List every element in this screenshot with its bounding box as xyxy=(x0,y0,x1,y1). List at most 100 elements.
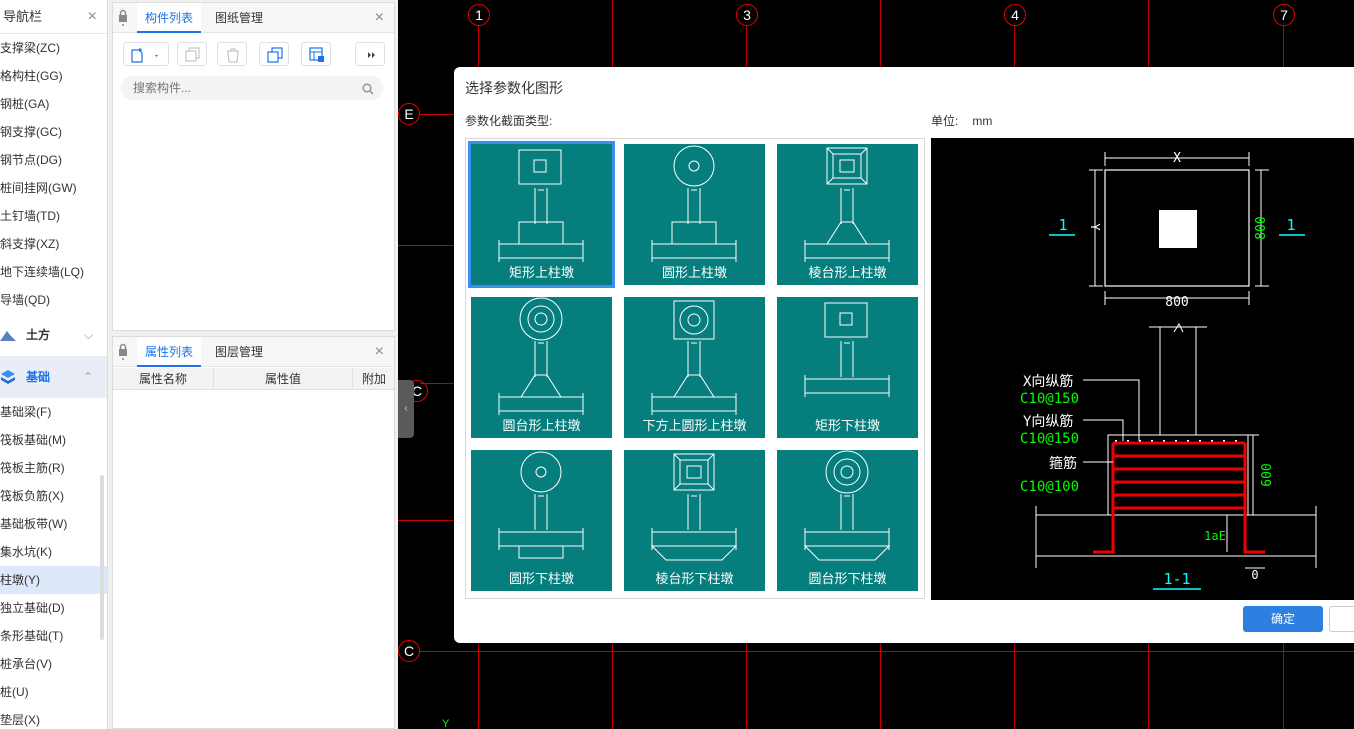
unit-value: mm xyxy=(972,114,993,128)
nav-foundation-item[interactable]: 柱墩(Y) xyxy=(0,566,107,594)
nav-support-item[interactable]: 斜支撑(XZ) xyxy=(0,230,107,258)
nav-support-item[interactable]: 格构柱(GG) xyxy=(0,62,107,90)
nav-foundation-item[interactable]: 筏板负筋(X) xyxy=(0,482,107,510)
ok-button[interactable]: 确定 xyxy=(1243,606,1323,632)
shape-grid: 矩形上柱墩 圆形上柱墩 棱台形上柱墩圆台形上柱墩 下方上圆形上柱墩 矩形下柱墩圆形下柱墩… xyxy=(465,138,925,599)
shape-option[interactable]: 圆台形上柱墩 xyxy=(471,297,612,438)
nav-support-item[interactable]: 土钉墙(TD) xyxy=(0,202,107,230)
stirrup-label: 箍筋 xyxy=(1049,455,1077,472)
tab-property-list[interactable]: 属性列表 xyxy=(137,337,202,367)
delete-component-button[interactable] xyxy=(217,42,247,66)
shape-line xyxy=(533,159,547,173)
column-property-value: 属性值 xyxy=(214,368,353,390)
component-search-input[interactable] xyxy=(121,76,383,100)
property-panel-tabs: 属性列表 图层管理 × xyxy=(113,337,394,367)
nav-close-icon[interactable]: × xyxy=(88,0,97,34)
layers-copy-icon xyxy=(267,47,283,63)
cancel-button[interactable] xyxy=(1329,606,1354,632)
shape-line xyxy=(650,545,738,561)
shape-option-label: 矩形下柱墩 xyxy=(814,418,880,433)
lock-icon[interactable] xyxy=(118,343,128,361)
nav-foundation-item[interactable]: 基础板带(W) xyxy=(0,510,107,538)
lock-icon[interactable] xyxy=(118,9,128,27)
shape-line xyxy=(824,302,868,338)
shape-option-label: 圆台形下柱墩 xyxy=(808,571,887,586)
leader-y-rebar xyxy=(1083,419,1124,441)
parametric-button[interactable] xyxy=(301,42,331,66)
copy-component-button[interactable] xyxy=(177,42,207,66)
nav-foundation-item[interactable]: 集水坑(K) xyxy=(0,538,107,566)
shape-option[interactable]: 矩形下柱墩 xyxy=(777,297,918,438)
shape-line xyxy=(673,453,681,461)
nav-support-item[interactable]: 支撑梁(ZC) xyxy=(0,34,107,62)
nav-support-item[interactable]: 钢节点(DG) xyxy=(0,146,107,174)
unit-label: 单位: xyxy=(931,114,959,128)
shape-option-label: 棱台形上柱墩 xyxy=(808,265,887,280)
shape-option[interactable]: 圆形下柱墩 xyxy=(471,450,612,591)
shape-line xyxy=(833,458,861,486)
earthwork-icon xyxy=(0,331,16,341)
shape-line xyxy=(707,483,715,491)
nav-foundation-item[interactable]: 桩承台(V) xyxy=(0,650,107,678)
tab-layer-management[interactable]: 图层管理 xyxy=(207,337,271,367)
shape-line xyxy=(803,545,891,561)
foundation-icon xyxy=(1,370,15,384)
component-panel-tabs: 构件列表 图纸管理 × xyxy=(113,3,394,33)
shape-line xyxy=(826,147,834,155)
component-list-panel: 构件列表 图纸管理 × xyxy=(112,2,395,331)
nav-foundation-item[interactable]: 桩(U) xyxy=(0,678,107,706)
copy-to-floor-button[interactable] xyxy=(259,42,289,66)
rebar-hook-left xyxy=(1093,443,1115,554)
panel-collapse-handle[interactable]: ‹ xyxy=(398,380,414,438)
shape-line xyxy=(679,459,709,485)
shape-option[interactable]: 矩形上柱墩 xyxy=(468,141,615,288)
dim-zero: 0 xyxy=(1251,568,1258,582)
stirrups xyxy=(1093,441,1265,554)
nav-foundation-item[interactable]: 垫层(X) xyxy=(0,706,107,729)
y-rebar-value: C10@150 xyxy=(1020,431,1079,447)
nav-group-earthwork[interactable]: 土方 ⌵ xyxy=(0,314,107,356)
nav-foundation-item[interactable]: 筏板基础(M) xyxy=(0,426,107,454)
axis-label-7: 7 xyxy=(1273,4,1295,26)
parametric-shape-dialog: 选择参数化图形 参数化截面类型: 单位: mm 矩形上柱墩 圆形上柱墩 棱台形上柱墩圆… xyxy=(454,67,1354,643)
shape-line xyxy=(535,466,547,478)
component-panel-close-icon[interactable]: × xyxy=(375,3,384,33)
section-type-label: 参数化截面类型: xyxy=(465,114,553,128)
nav-group-foundation[interactable]: 基础 ⌃ xyxy=(0,356,107,398)
tab-drawing-management[interactable]: 图纸管理 xyxy=(207,3,271,33)
dim-y-label: Y xyxy=(1088,223,1102,231)
shape-option[interactable]: 圆形上柱墩 xyxy=(624,144,765,285)
nav-support-item[interactable]: 钢支撑(GC) xyxy=(0,118,107,146)
shape-line xyxy=(826,221,868,245)
double-chevron-right-icon xyxy=(368,52,375,58)
nav-list-support: 支撑梁(ZC) 格构柱(GG) 钢桩(GA) 钢支撑(GC) 钢节点(DG) 桩间挂网(G… xyxy=(0,34,107,314)
search-icon[interactable] xyxy=(362,83,374,95)
nav-foundation-item[interactable]: 筏板主筋(R) xyxy=(0,454,107,482)
nav-support-item[interactable]: 桩间挂网(GW) xyxy=(0,174,107,202)
new-component-button[interactable] xyxy=(123,42,169,66)
shape-option-label: 下方上圆形上柱墩 xyxy=(642,418,747,433)
preview-drawing: X 800 Y 800 1 1 600 1aE 0 X向纵筋 C10@150 Y… xyxy=(1020,151,1317,590)
shape-option[interactable]: 圆台形下柱墩 xyxy=(777,450,918,591)
shape-option[interactable]: 棱台形上柱墩 xyxy=(777,144,918,285)
tab-component-list[interactable]: 构件列表 xyxy=(137,3,202,33)
shape-option[interactable]: 下方上圆形上柱墩 xyxy=(624,297,765,438)
nav-foundation-item[interactable]: 条形基础(T) xyxy=(0,622,107,650)
nav-support-item[interactable]: 钢桩(GA) xyxy=(0,90,107,118)
shape-line xyxy=(520,451,562,493)
nav-support-item[interactable]: 导墙(QD) xyxy=(0,286,107,314)
new-file-icon xyxy=(131,48,158,63)
nav-foundation-item[interactable]: 独立基础(D) xyxy=(0,594,107,622)
nav-scrollbar[interactable] xyxy=(100,475,104,640)
table-edit-icon xyxy=(309,47,324,62)
shape-option[interactable]: 棱台形下柱墩 xyxy=(624,450,765,591)
property-table-header: 属性名称 属性值 附加 xyxy=(113,368,394,390)
leader-x-rebar xyxy=(1083,379,1140,441)
property-panel-close-icon[interactable]: × xyxy=(375,337,384,367)
more-tools-button[interactable] xyxy=(355,42,385,66)
dim-800-vertical: 800 xyxy=(1254,216,1269,239)
nav-foundation-item[interactable]: 基础梁(F) xyxy=(0,398,107,426)
column-property-name: 属性名称 xyxy=(113,368,214,390)
trash-icon xyxy=(227,48,239,63)
nav-support-item[interactable]: 地下连续墙(LQ) xyxy=(0,258,107,286)
